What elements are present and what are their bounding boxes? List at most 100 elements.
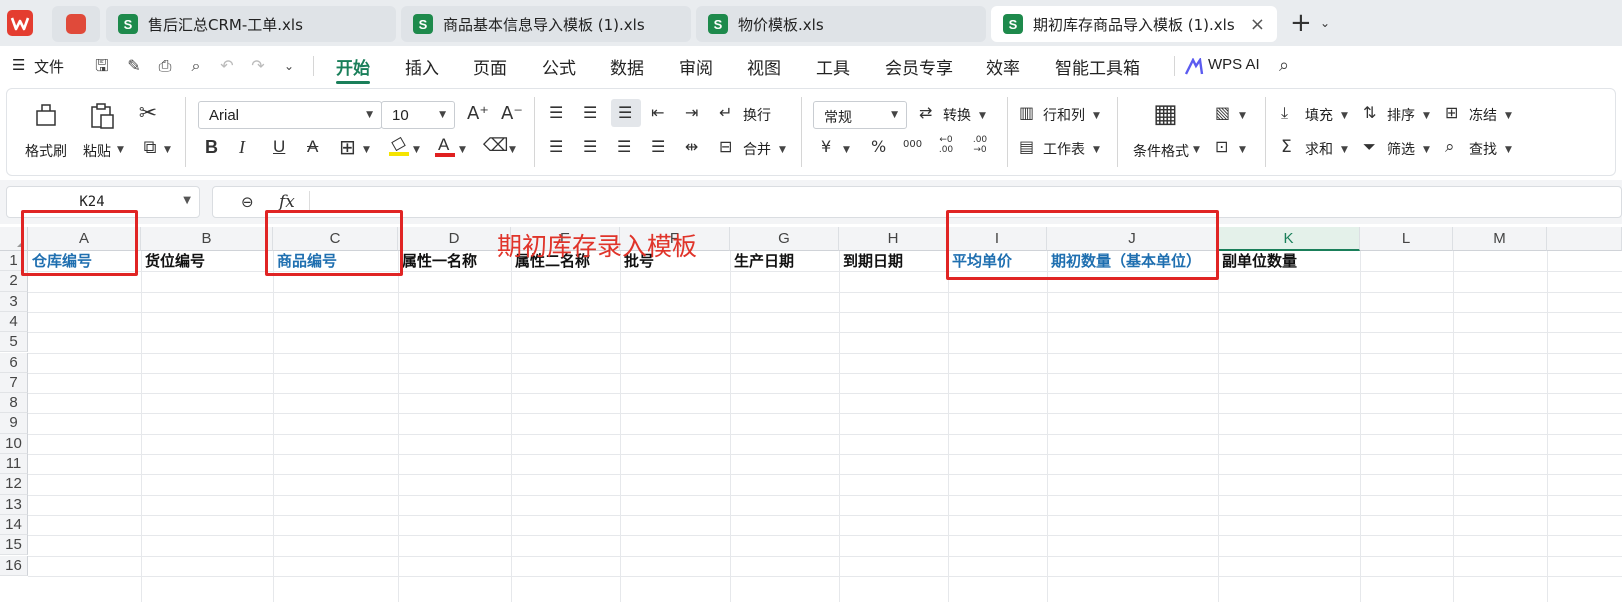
spreadsheet-grid[interactable]: A B C D E F G H I J K L M 1 2 3 4 5 6 7 8 9 10 11 12 13 14 15 16 仓库编号… [0, 227, 1622, 602]
decrease-font-icon[interactable]: A⁻ [501, 103, 523, 124]
menu-home[interactable]: 开始 [336, 54, 370, 79]
align-left-icon[interactable]: ☰ [549, 137, 563, 156]
justify-icon[interactable]: ☰ [651, 137, 665, 156]
chevron-down-icon[interactable]: ▼ [843, 145, 850, 155]
number-format-select[interactable]: 常规 ▼ [813, 101, 907, 129]
row-header-7[interactable]: 7 [0, 372, 28, 394]
undo-icon[interactable]: ↶ [217, 56, 237, 76]
tab-file-1[interactable]: S 售后汇总CRM-工单.xls [106, 6, 396, 42]
close-icon[interactable]: × [1250, 14, 1265, 35]
table-style-icon[interactable]: ⊡ [1215, 137, 1228, 156]
menu-page[interactable]: 页面 [473, 54, 507, 79]
filter-icon[interactable]: ⏷ [1363, 137, 1376, 157]
chevron-down-icon[interactable]: ▼ [1193, 145, 1200, 155]
menu-insert[interactable]: 插入 [405, 54, 439, 79]
conditional-format-label[interactable]: 条件格式 [1133, 141, 1189, 161]
print-preview-icon[interactable]: ⌕ [186, 56, 206, 76]
menu-data[interactable]: 数据 [610, 54, 644, 79]
chevron-down-icon[interactable]: ▼ [1423, 111, 1430, 121]
cell-style-icon[interactable]: ▧ [1215, 103, 1230, 122]
strikethrough-icon[interactable]: A [307, 137, 318, 157]
column-header-m[interactable]: M [1453, 227, 1547, 251]
column-header-b[interactable]: B [141, 227, 273, 251]
eraser-icon[interactable]: ⌫ [483, 135, 508, 156]
format-painter-label[interactable]: 格式刷 [25, 141, 67, 161]
underline-icon[interactable]: U [273, 137, 285, 157]
row-header-6[interactable]: 6 [0, 352, 28, 373]
increase-indent-icon[interactable]: ⇥ [685, 103, 698, 122]
menu-review[interactable]: 审阅 [679, 54, 713, 79]
column-header-k[interactable]: K [1218, 227, 1360, 251]
chevron-down-icon[interactable]: ▼ [117, 145, 124, 155]
chevron-down-icon[interactable]: ▼ [1341, 111, 1348, 121]
format-painter-icon[interactable] [31, 101, 61, 131]
convert-label[interactable]: 转换 [943, 105, 971, 125]
increase-decimal-icon[interactable]: ←0 .00 [935, 135, 957, 155]
tab-file-active[interactable]: S 期初库存商品导入模板 (1).xls × [991, 6, 1277, 42]
column-header-l[interactable]: L [1360, 227, 1453, 251]
menu-wps-ai[interactable]: WPS AI [1208, 56, 1260, 73]
cut-icon[interactable]: ✂ [135, 101, 161, 126]
chevron-down-icon[interactable]: ▼ [1239, 145, 1246, 155]
wps-logo-icon[interactable] [7, 10, 33, 36]
cell-b1[interactable]: 货位编号 [141, 251, 205, 271]
fill-label[interactable]: 填充 [1305, 105, 1333, 125]
formula-input[interactable]: ⊖ fx [212, 186, 1622, 218]
find-label[interactable]: 查找 [1469, 139, 1497, 159]
sort-label[interactable]: 排序 [1387, 105, 1415, 125]
fill-icon[interactable]: ⤓ [1281, 103, 1288, 123]
menu-tools[interactable]: 工具 [816, 54, 850, 79]
currency-icon[interactable]: ¥ [821, 137, 831, 156]
column-header-d[interactable]: D [398, 227, 511, 251]
menu-efficiency[interactable]: 效率 [986, 54, 1020, 79]
wrap-text-icon[interactable]: ↵ [719, 103, 732, 122]
chevron-down-icon[interactable]: ▼ [413, 145, 420, 155]
font-color-icon[interactable]: A [435, 135, 455, 157]
row-header-9[interactable]: 9 [0, 413, 28, 434]
decrease-decimal-icon[interactable]: .00 →0 [969, 135, 991, 155]
find-icon[interactable]: ⌕ [1445, 137, 1455, 157]
sort-icon[interactable]: ⇅ [1363, 103, 1376, 122]
row-header-13[interactable]: 13 [0, 494, 28, 515]
pdf-tab[interactable] [52, 6, 100, 42]
copy-icon[interactable]: ⧉ [139, 137, 161, 158]
hamburger-menu-icon[interactable]: ☰ [12, 56, 25, 74]
row-header-4[interactable]: 4 [0, 311, 28, 333]
row-header-14[interactable]: 14 [0, 514, 28, 536]
chevron-down-icon[interactable]: ▼ [1505, 145, 1512, 155]
chevron-down-icon[interactable]: ▼ [509, 145, 516, 155]
freeze-icon[interactable]: ⊞ [1445, 103, 1458, 122]
increase-font-icon[interactable]: A⁺ [467, 103, 489, 124]
align-right-icon[interactable]: ☰ [617, 137, 631, 156]
menu-member[interactable]: 会员专享 [885, 54, 953, 79]
new-tab-plus-icon[interactable]: + [1290, 10, 1312, 36]
sum-icon[interactable]: Σ [1281, 137, 1292, 157]
row-header-5[interactable]: 5 [0, 332, 28, 353]
align-center-icon[interactable]: ☰ [583, 137, 597, 156]
worksheet-icon[interactable]: ▤ [1019, 137, 1034, 156]
percent-icon[interactable]: % [871, 137, 886, 156]
menu-smart-toolbox[interactable]: 智能工具箱 [1055, 54, 1140, 79]
row-header-8[interactable]: 8 [0, 393, 28, 414]
menu-view[interactable]: 视图 [747, 54, 781, 79]
cell-k1[interactable]: 副单位数量 [1218, 251, 1297, 271]
fill-color-icon[interactable] [389, 136, 409, 156]
row-header-11[interactable]: 11 [0, 454, 28, 475]
paste-icon[interactable] [87, 101, 117, 131]
chevron-down-icon[interactable]: ⌄ [279, 56, 299, 76]
align-top-icon[interactable]: ☰ [549, 103, 563, 122]
font-name-select[interactable]: Arial ▼ [198, 101, 382, 129]
filter-label[interactable]: 筛选 [1387, 139, 1415, 159]
rows-columns-icon[interactable]: ▥ [1019, 103, 1034, 122]
cell-d1[interactable]: 属性一名称 [398, 251, 477, 271]
chevron-down-icon[interactable]: ▼ [363, 145, 370, 155]
column-header-g[interactable]: G [730, 227, 839, 251]
decrease-indent-icon[interactable]: ⇤ [651, 103, 664, 122]
chevron-down-icon[interactable]: ▼ [1505, 111, 1512, 121]
search-icon[interactable]: ⌕ [1274, 56, 1294, 76]
row-header-15[interactable]: 15 [0, 535, 28, 556]
chevron-down-icon[interactable]: ▼ [1423, 145, 1430, 155]
chevron-down-icon[interactable]: ▼ [183, 195, 191, 206]
menu-formula[interactable]: 公式 [542, 54, 576, 79]
zoom-formula-icon[interactable]: ⊖ [241, 193, 254, 211]
